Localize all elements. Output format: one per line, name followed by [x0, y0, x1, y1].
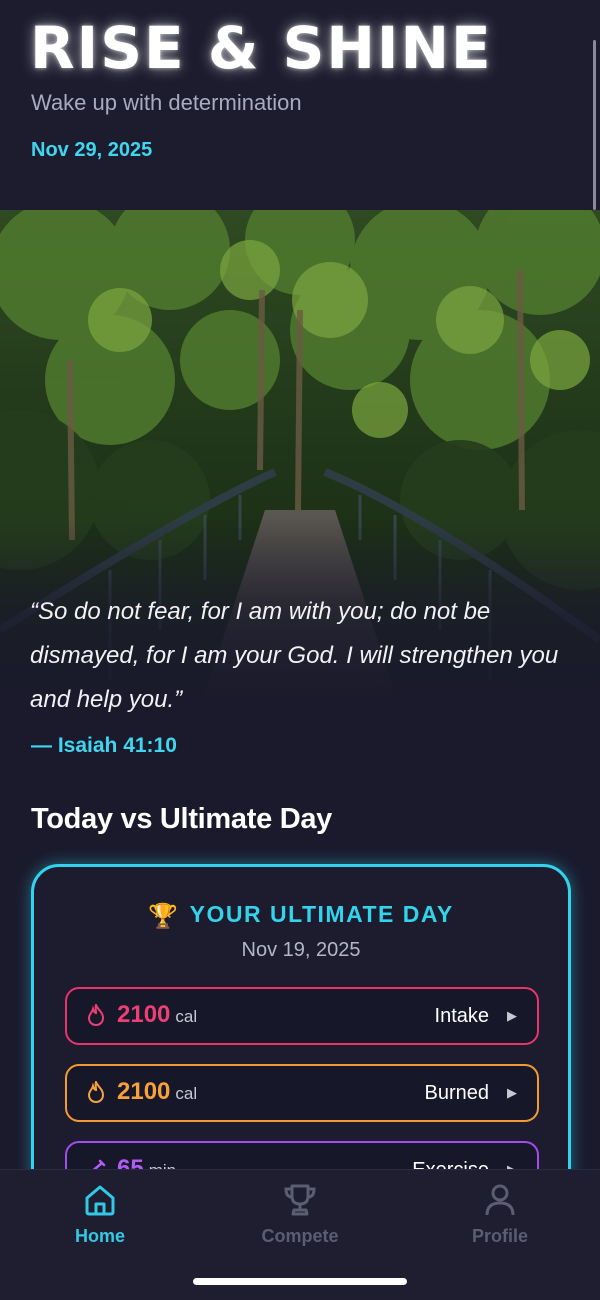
burned-label: Burned [424, 1082, 490, 1104]
scroll-indicator[interactable] [593, 40, 596, 210]
flame-icon [87, 1081, 105, 1103]
burned-row[interactable]: 2100 cal Burned ▶ [65, 1064, 539, 1122]
tab-profile[interactable]: Profile [440, 1182, 560, 1247]
burned-value: 2100 cal [117, 1078, 198, 1105]
app-header: RISE & SHINE Wake up with determination … [0, 0, 600, 210]
ultimate-day-date: Nov 19, 2025 [241, 939, 361, 961]
chevron-right-icon: ▶ [507, 1085, 517, 1100]
flame-icon [87, 1004, 105, 1026]
intake-value: 2100 cal [117, 1001, 198, 1028]
trophy-icon [284, 1184, 316, 1216]
card-title-text: YOUR ULTIMATE DAY [189, 901, 454, 927]
current-date: Nov 29, 2025 [31, 139, 153, 161]
verse-citation: — Isaiah 41:10 [31, 734, 177, 757]
verse-banner: “So do not fear, for I am with you; do n… [0, 210, 600, 770]
section-title: Today vs Ultimate Day [31, 803, 332, 835]
tab-compete[interactable]: Compete [240, 1182, 360, 1247]
home-icon [85, 1185, 115, 1216]
tab-compete-label: Compete [261, 1226, 339, 1246]
trophy-icon: 🏆 [148, 903, 180, 930]
intake-row[interactable]: 2100 cal Intake ▶ [65, 987, 539, 1045]
page-subtitle: Wake up with determination [31, 90, 302, 115]
page-title: RISE & SHINE [30, 14, 493, 82]
tab-home[interactable]: Home [40, 1182, 160, 1247]
verse-quote: “So do not fear, for I am with you; do n… [30, 598, 559, 713]
intake-label: Intake [434, 1005, 489, 1027]
person-icon [485, 1184, 515, 1216]
tab-home-label: Home [74, 1226, 125, 1246]
tab-profile-label: Profile [471, 1226, 528, 1246]
card-title: 🏆 YOUR ULTIMATE DAY [34, 901, 568, 931]
home-indicator[interactable] [193, 1278, 407, 1285]
chevron-right-icon: ▶ [507, 1008, 517, 1023]
